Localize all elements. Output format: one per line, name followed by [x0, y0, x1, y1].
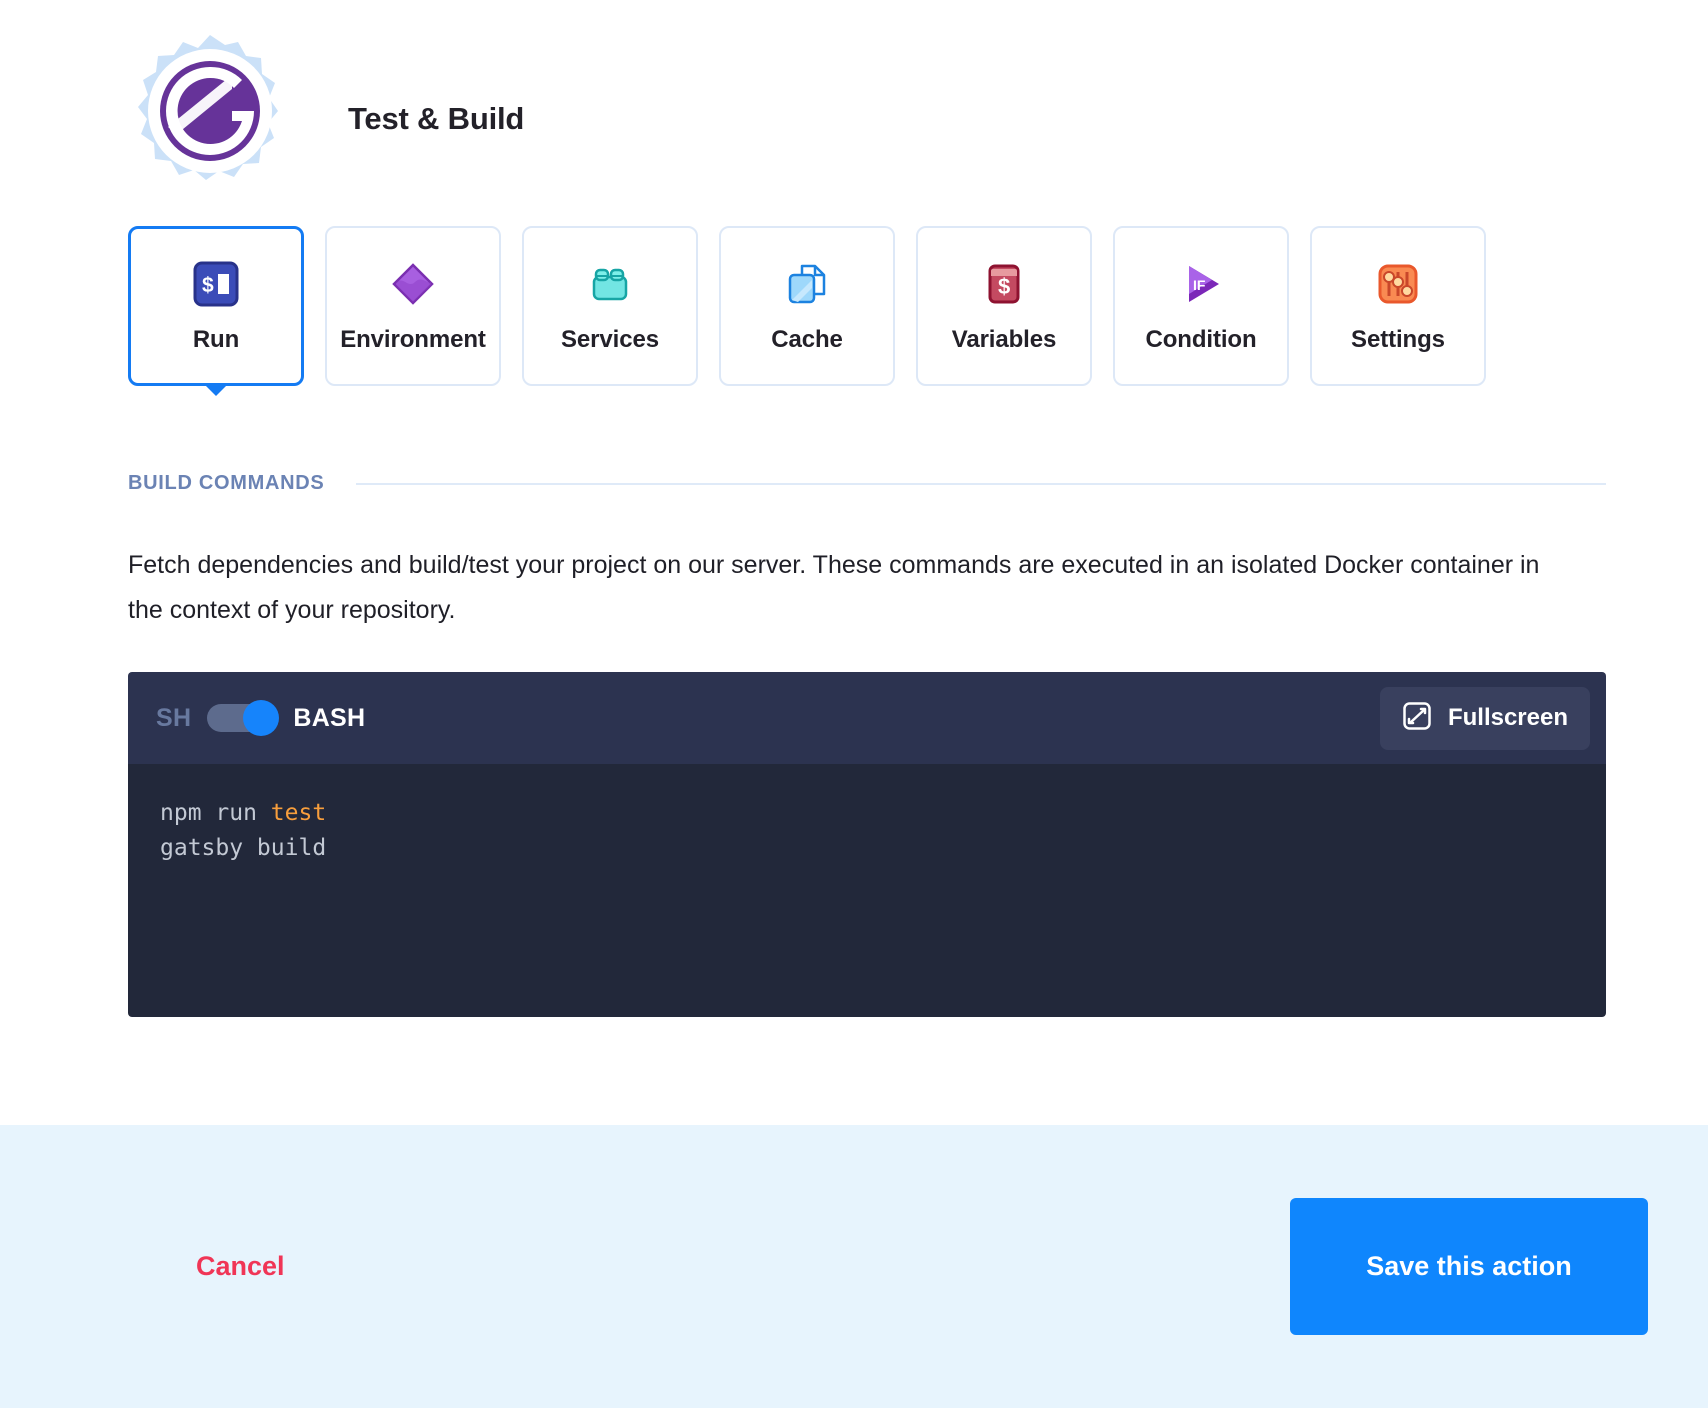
section-description: Fetch dependencies and build/test your p… — [128, 551, 1540, 624]
dialog-footer: Cancel Save this action — [0, 1125, 1708, 1408]
action-tab-bar: $ Run Environment Services Cache $ Varia… — [0, 210, 1708, 396]
terminal-prompt-icon: $ — [193, 258, 239, 310]
tab-cache[interactable]: Cache — [719, 226, 895, 386]
purple-diamond-icon — [390, 258, 436, 310]
fullscreen-label: Fullscreen — [1447, 704, 1568, 731]
expand-icon — [1402, 701, 1432, 736]
shell-toggle-group[interactable]: SH BASH — [156, 700, 366, 736]
tab-settings[interactable]: Settings — [1310, 226, 1486, 386]
toggle-knob — [243, 700, 280, 736]
section-title: BUILD COMMANDS — [128, 472, 325, 494]
tab-label: Variables — [951, 326, 1057, 353]
code-line: npm run test — [160, 796, 1606, 831]
cancel-button[interactable]: Cancel — [196, 1251, 285, 1282]
fullscreen-button[interactable]: Fullscreen — [1379, 686, 1590, 750]
tab-variables[interactable]: $ Variables — [916, 226, 1092, 386]
svg-text:IF: IF — [1193, 277, 1206, 293]
code-line: gatsby build — [160, 831, 1606, 866]
tab-services[interactable]: Services — [522, 226, 698, 386]
tab-label: Cache — [771, 326, 843, 353]
tab-label: Services — [561, 326, 659, 353]
active-tab-pointer — [203, 383, 229, 396]
svg-text:$: $ — [998, 274, 1010, 299]
tab-label: Run — [192, 326, 240, 353]
tab-run[interactable]: $ Run — [128, 226, 304, 396]
code-text: npm run — [160, 800, 271, 826]
tab-label: Settings — [1351, 326, 1445, 353]
shell-toggle-switch[interactable] — [207, 700, 280, 736]
editor-toolbar: SH BASH Fullscreen — [128, 672, 1606, 764]
copy-documents-icon — [784, 258, 830, 310]
tab-label: Environment — [340, 326, 486, 353]
orange-sliders-icon — [1375, 258, 1421, 310]
page-header: Test & Build — [0, 0, 1708, 210]
code-editor-area[interactable]: npm run test gatsby build — [128, 764, 1606, 1017]
section-divider — [356, 482, 1606, 485]
code-token-highlight: test — [270, 800, 327, 826]
cyan-blocks-icon — [587, 258, 633, 310]
code-text: gatsby build — [160, 834, 327, 861]
build-commands-editor: SH BASH Fullscreen npm run test gatsby b… — [128, 672, 1606, 1017]
tab-label: Condition — [1145, 326, 1257, 353]
toggle-label-sh: SH — [156, 703, 192, 732]
build-commands-section-header: BUILD COMMANDS — [128, 472, 1606, 495]
gatsby-gear-logo-icon — [122, 31, 298, 207]
action-editor-page: Test & Build $ Run Environment Services … — [0, 0, 1708, 1408]
save-action-button[interactable]: Save this action — [1290, 1198, 1648, 1335]
red-dollar-card-icon: $ — [981, 258, 1027, 310]
page-title: Test & Build — [348, 101, 525, 136]
tab-condition[interactable]: IF Condition — [1113, 226, 1289, 386]
purple-if-play-icon: IF — [1178, 258, 1224, 310]
tab-environment[interactable]: Environment — [325, 226, 501, 386]
svg-text:$: $ — [202, 274, 214, 297]
toggle-label-bash: BASH — [293, 703, 366, 732]
